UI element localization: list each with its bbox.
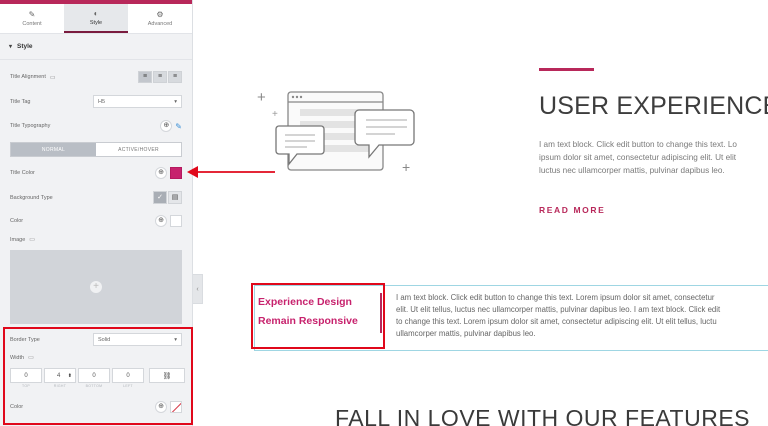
hero-text-line: I am text block. Click edit button to ch… — [539, 140, 737, 149]
title-tag-label: Title Tag — [10, 98, 31, 105]
background-type-row: Background Type ✓ ▤ — [10, 191, 182, 204]
half-circle-icon: ◐ — [93, 9, 99, 18]
svg-text:+: + — [257, 89, 266, 106]
state-hover-tab[interactable]: ACTIVE/HOVER — [96, 143, 181, 156]
title-alignment-row: Title Alignment ▭ ≡ ≡ ≡ — [10, 71, 182, 83]
hero-text-line: ipsum dolor sit amet, consectetur adipis… — [539, 153, 737, 163]
edit-pencil-icon[interactable]: ✎ — [175, 122, 182, 131]
color-swatch[interactable] — [170, 215, 182, 227]
tab-advanced[interactable]: ⚙ Advanced — [128, 4, 192, 33]
features-heading: FALL IN LOVE WITH OUR FEATURES — [335, 405, 751, 426]
title-color-swatch[interactable] — [170, 167, 182, 179]
title-tag-value: H5 — [98, 98, 106, 105]
desktop-icon[interactable]: ▭ — [50, 74, 56, 81]
accent-divider — [539, 68, 594, 71]
title-typography-row: Title Typography ⊕ ✎ — [10, 120, 182, 132]
state-normal-tab[interactable]: NORMAL — [11, 143, 96, 156]
background-type-label: Background Type — [10, 194, 53, 201]
svg-text:+: + — [272, 109, 278, 120]
globe-icon[interactable]: ⊕ — [160, 120, 173, 132]
title-alignment-label: Title Alignment — [10, 74, 46, 80]
section-title: Style — [17, 43, 33, 50]
image-upload-box[interactable]: + — [10, 250, 182, 324]
widget-text-line: to change this text. Lorem ipsum dolor s… — [396, 317, 717, 327]
tab-style-label: Style — [89, 20, 103, 26]
state-toggle: NORMAL ACTIVE/HOVER — [10, 142, 182, 157]
hero-text-line: luctus nec ullamcorper mattis, pulvinar … — [539, 166, 725, 176]
title-typography-label: Title Typography — [10, 123, 51, 129]
image-row: Image ▭ — [10, 236, 182, 244]
tab-content-label: Content — [22, 21, 42, 27]
align-left-button[interactable]: ≡ — [138, 71, 152, 83]
globe-icon[interactable]: ⊕ — [155, 167, 167, 179]
image-label: Image — [10, 236, 26, 243]
color-label: Color — [10, 218, 24, 224]
align-right-button[interactable]: ≡ — [168, 71, 182, 83]
desktop-icon[interactable]: ▭ — [29, 236, 35, 243]
pencil-icon: ✎ — [28, 10, 36, 19]
panel-tabs: ✎ Content ◐ Style ⚙ Advanced — [0, 4, 192, 34]
gear-icon: ⚙ — [156, 10, 164, 19]
highlight-border-controls — [3, 327, 193, 425]
annotation-arrow — [187, 166, 275, 178]
read-more-link[interactable]: READ MORE — [539, 205, 605, 215]
title-color-label: Title Color — [10, 170, 35, 176]
hero-text: I am text block. Click edit button to ch… — [539, 138, 768, 177]
tab-advanced-label: Advanced — [147, 21, 173, 27]
preview-canvas: + + + USER EXPERIENCE I am text block. C… — [203, 0, 768, 426]
align-center-button[interactable]: ≡ — [153, 71, 167, 83]
alignment-buttons: ≡ ≡ ≡ — [138, 71, 182, 83]
title-tag-row: Title Tag H5 ▾ — [10, 95, 182, 108]
hero-title: USER EXPERIENCE — [539, 92, 768, 120]
title-color-row: Title Color ⊕ — [10, 167, 182, 179]
widget-text-line: I am text block. Click edit button to ch… — [396, 293, 715, 302]
caret-down-icon: ▾ — [9, 44, 13, 50]
svg-text:+: + — [402, 159, 410, 175]
brush-icon[interactable]: ✓ — [153, 191, 167, 204]
globe-icon[interactable]: ⊕ — [155, 215, 167, 227]
widget-text: I am text block. Click edit button to ch… — [396, 292, 720, 340]
gradient-icon[interactable]: ▤ — [168, 191, 182, 204]
section-style-header[interactable]: ▾ Style — [0, 34, 192, 60]
plus-icon[interactable]: + — [90, 281, 102, 293]
widget-text-line: ullamcorper mattis, pulvinar dapibus leo… — [396, 329, 536, 339]
tab-content[interactable]: ✎ Content — [0, 4, 64, 33]
tab-style[interactable]: ◐ Style — [64, 4, 128, 33]
color-row: Color ⊕ — [10, 215, 182, 227]
panel-collapse-toggle[interactable]: ‹ — [193, 274, 203, 304]
chevron-down-icon: ▾ — [174, 98, 177, 105]
highlight-widget-title — [251, 283, 385, 349]
title-tag-select[interactable]: H5 ▾ — [93, 95, 182, 108]
widget-text-line: elit. Ut elit tellus, luctus nec ullamco… — [396, 305, 721, 315]
chat-illustration: + + + — [257, 89, 415, 175]
